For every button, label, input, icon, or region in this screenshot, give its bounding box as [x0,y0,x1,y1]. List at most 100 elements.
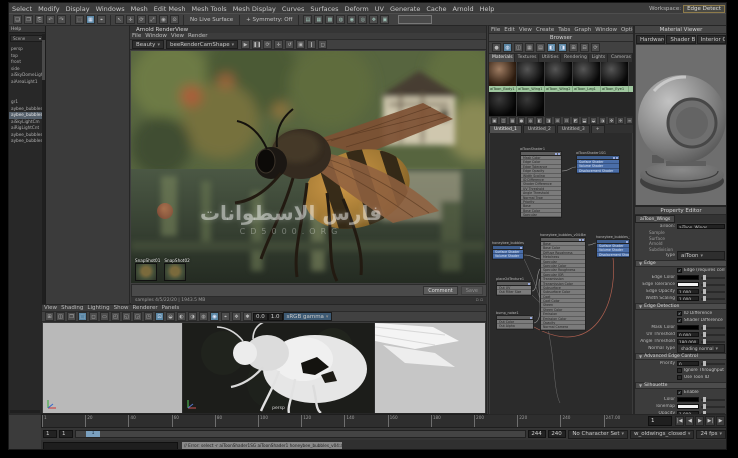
snapshot-thumbnail[interactable] [164,263,186,281]
file-tool-icon[interactable]: ↷ [57,15,66,24]
viewport-tool-icon[interactable]: ❐ [67,312,76,321]
menu-item[interactable]: Mesh Tools [189,5,230,13]
create-node-icon[interactable]: ◫ [500,117,507,124]
playback-button[interactable]: ▶ [695,416,704,426]
hypershade-tool-icon[interactable]: ▦ [525,43,534,52]
viewport-tool-icon[interactable]: ◉ [210,312,219,321]
shader-node[interactable]: aiToonShader1 Mask ColorEdge ColorEdge T… [520,147,562,218]
section-edge-detection[interactable]: ▼Edge Detection [635,303,727,310]
time-slider[interactable]: 120406080100120140160180200220240247.00 … [41,414,727,428]
mv-geometry-dropdown[interactable]: Shader Ball▾ [666,35,695,44]
viewport-tool-icon[interactable]: ◒ [166,312,175,321]
status-icons[interactable]: ▫ ▫ [475,298,483,303]
material-swatch[interactable] [489,62,517,86]
edge-opacity-slider[interactable] [701,291,725,293]
toolbar-mode-button[interactable] [398,15,432,24]
render-tool-icon[interactable]: ▦ [314,15,323,24]
snapshot-item[interactable]: SnapShot02 [164,258,189,281]
transform-tool-icon[interactable]: ↖ [115,15,124,24]
create-node-icon[interactable]: ⊞ [554,117,561,124]
renderview-menu-item[interactable]: View [169,33,186,39]
renderview-menu-item[interactable]: Render [186,33,210,39]
workarea-tab[interactable]: Untitled_2 [523,125,556,133]
section-edge[interactable]: ▼Edge [635,260,727,267]
menu-item[interactable]: Arnold [450,5,477,13]
file-tool-icon[interactable]: ❐ [24,15,33,24]
file-tool-icon[interactable]: ❏ [13,15,22,24]
anim-end-field[interactable]: 240 [548,430,566,438]
viewport-tool-icon[interactable]: ⊞ [45,312,54,321]
viewport-menu-item[interactable]: Renderer [130,305,159,311]
collapse-icon[interactable]: ▼ [639,261,642,266]
hypershade-tool-icon[interactable]: ▤ [536,43,545,52]
hypershade-menu-item[interactable]: View [517,27,534,33]
file-tool-icon[interactable]: ⎘ [35,15,44,24]
viewport-tool-icon[interactable]: ✱ [243,312,252,321]
renderview-tool-icon[interactable]: ❙ [307,40,316,49]
hypershade-tool-icon[interactable]: ◧ [547,43,556,52]
transform-tool-icon[interactable]: ⤢ [148,15,157,24]
hypershade-menu-item[interactable]: Tabs [556,27,572,33]
viewport-tool-icon[interactable]: ◳ [144,312,153,321]
mel-command-input[interactable] [43,442,178,450]
create-node-icon[interactable]: ◨ [545,117,552,124]
section-advanced-edge[interactable]: ▼Advanced Edge Control [635,353,727,360]
playback-button[interactable]: ▶| [705,416,715,426]
render-tool-icon[interactable]: ▣ [380,15,389,24]
symmetry-dropdown[interactable]: + Symmetry: Off [246,17,292,23]
hypershade-menu-item[interactable]: Create [534,27,556,33]
viewport-tool-icon[interactable]: ⌖ [221,312,230,321]
timeline-tick[interactable]: 220 [517,415,560,427]
viewport-tool-icon[interactable]: ◻ [89,312,98,321]
render-tool-icon[interactable]: ▩ [325,15,334,24]
create-node-icon[interactable]: ✛ [617,117,624,124]
render-tool-icon[interactable]: ▤ [303,15,312,24]
snapshot-item[interactable]: SnapShot01 [135,258,160,281]
edge-opacity-field[interactable]: 1.000 [677,289,699,295]
save-button[interactable]: Save [461,286,483,295]
timeline-tick[interactable]: 20 [85,415,128,427]
timeline-tick[interactable]: 1 [42,415,85,427]
property-tab[interactable]: aiToon_Wings [635,215,675,223]
silhouette-tonemap-swatch[interactable] [677,404,699,410]
create-node-icon[interactable]: ◩ [572,117,579,124]
priority-field[interactable]: 0 [677,361,699,367]
wing-reference-panel[interactable] [375,323,485,413]
viewport-menu-item[interactable]: Shading [59,305,85,311]
timeline-tick[interactable]: 100 [258,415,301,427]
create-node-icon[interactable]: ◍ [527,117,534,124]
mv-renderer-dropdown[interactable]: Hardware▾ [636,35,665,44]
renderview-tool-icon[interactable]: ◻ [318,40,327,49]
viewport-tool-icon[interactable]: ◑ [188,312,197,321]
uv-threshold-field[interactable]: 0.000 [677,332,699,338]
hypershade-tab[interactable]: Cameras [608,54,633,62]
menu-item[interactable]: UV [372,5,387,13]
range-slider-bar[interactable]: 1 [75,430,526,438]
render-image-viewport[interactable]: فارس الاسطوانات CD5000.ORG SnapShot01 Sn… [131,51,485,283]
viewport-tool-icon[interactable]: ◍ [199,312,208,321]
hypershade-menu-item[interactable]: Options [619,27,634,33]
playback-button[interactable]: ◀ [685,416,694,426]
renderview-tool-icon[interactable]: ↺ [285,40,294,49]
camera-dropdown[interactable]: beeRenderCamShape▾ [166,40,238,49]
transform-tool-icon[interactable]: ⊙ [170,15,179,24]
silhouette-tonemap-slider[interactable] [701,406,725,408]
renderview-tool-icon[interactable]: ▣ [296,40,305,49]
menu-item[interactable]: Generate [387,5,423,13]
playback-end-field[interactable]: 244 [528,430,546,438]
workarea-tab[interactable]: + [591,125,605,133]
menu-item[interactable]: Deform [342,5,372,13]
renderview-tool-icon[interactable]: ❚❚ [252,40,261,49]
menu-item[interactable]: Help [477,5,498,13]
transform-tool-icon[interactable]: ✛ [126,15,135,24]
range-handle[interactable]: 1 [86,431,100,437]
viewport-menu-item[interactable]: Show [112,305,131,311]
node-attr-row[interactable]: Volume Shader [493,254,523,258]
renderview-tool-icon[interactable]: ✛ [274,40,283,49]
edge-color-swatch[interactable] [677,275,699,281]
fps-dropdown[interactable]: 24 fps▾ [696,430,726,439]
material-swatch[interactable] [601,62,629,86]
viewport-tool-icon[interactable]: ◱ [122,312,131,321]
workspace-dropdown[interactable]: Edge Detect [683,5,725,13]
material-swatch[interactable] [545,62,573,86]
